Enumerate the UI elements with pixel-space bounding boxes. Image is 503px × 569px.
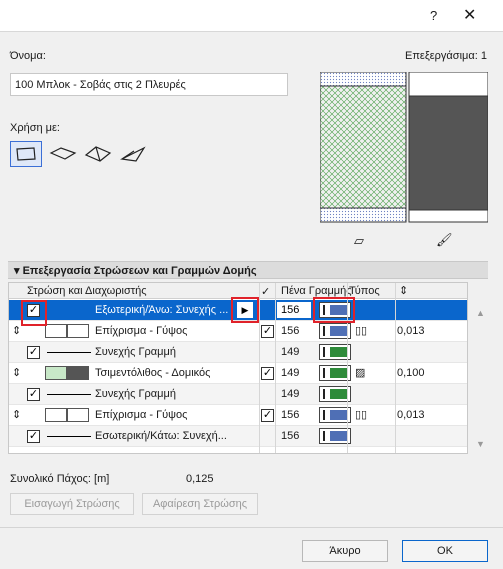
layers-table: Στρώση και Διαχωριστής ✓ Πένα Γραμμής Τύ… [8, 282, 468, 454]
scroll-up-icon[interactable]: ▲ [476, 308, 485, 318]
table-row[interactable]: ⇕ Τσιμεντόλιθος - Δομικός ✓ 149 ▨ 0,100 [9, 363, 467, 384]
fill-swatch [67, 408, 89, 422]
thickness-icon: ⇕ [399, 285, 409, 297]
thickness-value: 0,013 [397, 325, 425, 337]
pen-number: 156 [281, 409, 300, 421]
section-header[interactable]: ▾ Επεξεργασία Στρώσεων και Γραμμών Δομής [8, 261, 488, 279]
highlight-expand [231, 297, 259, 323]
fill-swatch [45, 408, 67, 422]
table-row[interactable]: ⇕ Επίχρισμα - Γύψος ✓ 156 ▯▯ 0,013 [9, 405, 467, 426]
line-sample [47, 352, 91, 353]
scroll-down-icon[interactable]: ▼ [476, 439, 485, 449]
fill-swatch [67, 366, 89, 380]
pen-number: 149 [281, 346, 300, 358]
divider [0, 527, 503, 528]
shell-icon [120, 146, 146, 162]
wall-icon [16, 147, 36, 161]
row-checkbox[interactable]: ✓ [261, 367, 274, 380]
column-type: Τύπος [349, 285, 380, 297]
total-thickness-value: 0,125 [186, 473, 214, 485]
row-label: Εξωτερική/Άνω: Συνεχής ... [95, 304, 229, 316]
row-label: Εσωτερική/Κάτω: Συνεχή... [95, 430, 227, 442]
table-row[interactable]: ⇕ Επίχρισμα - Γύψος ✓ 156 ▯▯ 0,013 [9, 321, 467, 342]
highlight-pen [313, 297, 355, 323]
add-layer-button[interactable]: Εισαγωγή Στρώσης [10, 493, 134, 515]
ok-button[interactable]: OK [402, 540, 488, 562]
surface-icon[interactable]: ▱ [354, 233, 364, 249]
slab-icon [49, 147, 77, 160]
section-title: Επεξεργασία Στρώσεων και Γραμμών Δομής [22, 265, 257, 277]
drag-handle-icon[interactable]: ⇕ [12, 408, 21, 421]
row-checkbox[interactable]: ✓ [27, 430, 40, 443]
column-layers: Στρώση και Διαχωριστής [27, 285, 147, 297]
row-label: Τσιμεντόλιθος - Δομικός [95, 367, 211, 379]
table-row[interactable]: ✓ Εσωτερική/Κάτω: Συνεχή... 156 [9, 426, 467, 447]
brush-icon[interactable]: 🖌 [436, 232, 453, 248]
row-checkbox[interactable]: ✓ [27, 388, 40, 401]
table-row[interactable]: ✓ Συνεχής Γραμμή 149 [9, 384, 467, 405]
pen-number: 156 [281, 325, 300, 337]
highlight-checkbox [21, 300, 47, 326]
fill-swatch [45, 366, 67, 380]
table-row[interactable]: ✓ Συνεχής Γραμμή 149 [9, 342, 467, 363]
roof-icon [84, 146, 112, 162]
line-sample [47, 394, 91, 395]
row-checkbox[interactable]: ✓ [261, 325, 274, 338]
use-with-label: Χρήση με: [10, 122, 60, 134]
total-thickness-label: Συνολικό Πάχος: [m] [10, 473, 110, 485]
editable-count: Επεξεργάσιμα: 1 [405, 50, 487, 62]
row-label: Συνεχής Γραμμή [95, 388, 176, 400]
row-label: Επίχρισμα - Γύψος [95, 325, 188, 337]
row-checkbox[interactable]: ✓ [261, 409, 274, 422]
thickness-value: 0,013 [397, 409, 425, 421]
column-pen: Πένα Γραμμής [281, 285, 352, 297]
type-icon: ▯▯ [355, 409, 368, 421]
pen-number-field[interactable]: 156 [277, 302, 311, 318]
name-label: Όνομα: [10, 50, 46, 62]
row-label: Επίχρισμα - Γύψος [95, 409, 188, 421]
use-roof-button[interactable] [82, 141, 114, 167]
use-slab-button[interactable] [47, 141, 79, 167]
structure-preview [320, 72, 488, 223]
fill-swatch [45, 324, 67, 338]
use-wall-button[interactable] [10, 141, 42, 167]
thickness-value: 0,100 [397, 367, 425, 379]
type-icon: ▨ [355, 367, 366, 379]
row-label: Συνεχής Γραμμή [95, 346, 176, 358]
cancel-button[interactable]: Άκυρο [302, 540, 388, 562]
remove-layer-button[interactable]: Αφαίρεση Στρώσης [142, 493, 258, 515]
name-input[interactable]: 100 Μπλοκ - Σοβάς στις 2 Πλευρές [10, 73, 288, 96]
close-icon[interactable]: ✕ [463, 5, 476, 25]
row-checkbox[interactable]: ✓ [27, 346, 40, 359]
line-sample [47, 436, 91, 437]
pen-number: 149 [281, 388, 300, 400]
fill-swatch [67, 324, 89, 338]
type-icon: ▯▯ [355, 325, 368, 337]
drag-handle-icon[interactable]: ⇕ [12, 366, 21, 379]
drag-handle-icon[interactable]: ⇕ [12, 324, 21, 337]
help-button[interactable]: ? [430, 8, 437, 23]
collapse-icon: ▾ [14, 265, 20, 277]
pen-number: 156 [281, 430, 300, 442]
pen-number: 149 [281, 367, 300, 379]
title-bar: ? ✕ [0, 0, 503, 32]
use-shell-button[interactable] [117, 141, 149, 167]
checkmark-icon: ✓ [261, 286, 271, 298]
